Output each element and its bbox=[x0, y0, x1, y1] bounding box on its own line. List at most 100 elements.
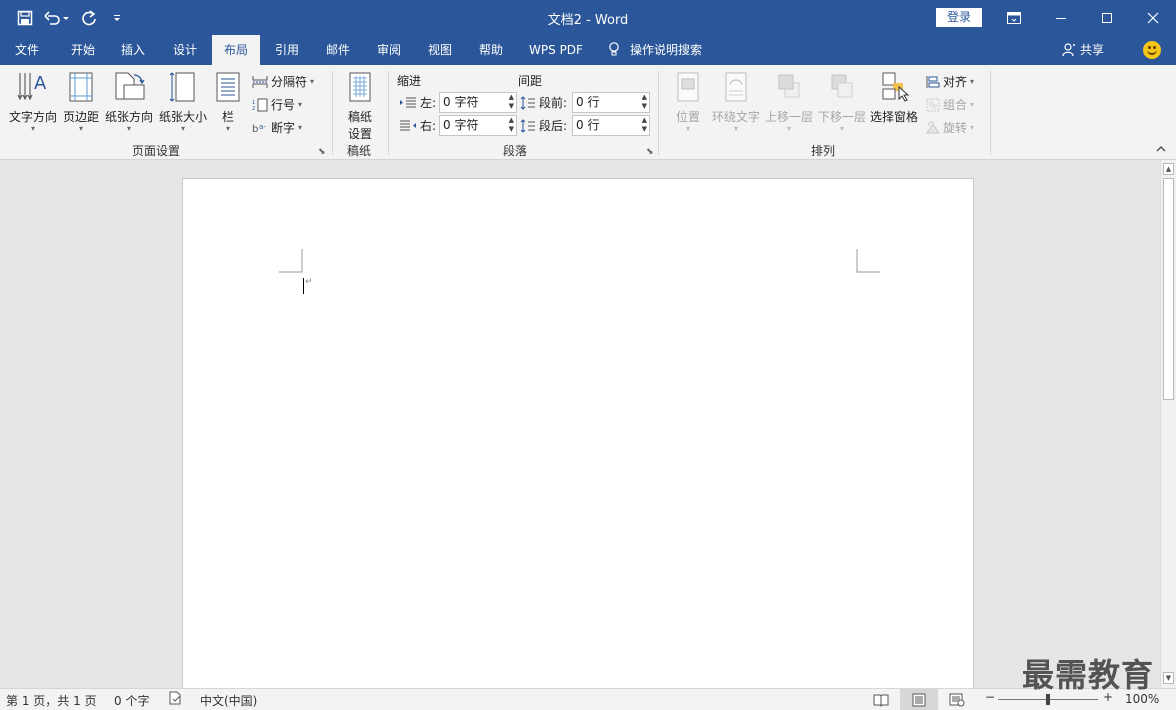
group-button[interactable]: 组合 ▾ bbox=[926, 96, 974, 113]
line-numbers-icon: 12 bbox=[252, 98, 268, 112]
spacing-after-input[interactable]: 0 行 ▲ ▼ bbox=[572, 115, 650, 136]
spacing-after-label-row: 段后: bbox=[520, 117, 567, 134]
page-setup-launcher-icon[interactable]: ⬊ bbox=[318, 147, 326, 157]
hyphenation-label: 断字 bbox=[271, 121, 296, 135]
tab-references[interactable]: 引用 bbox=[264, 35, 310, 65]
login-button[interactable]: 登录 bbox=[936, 8, 982, 27]
rotate-icon bbox=[926, 120, 940, 133]
text-direction-button[interactable]: A 文字方向 ▾ bbox=[6, 71, 60, 133]
feedback-smiley-icon[interactable] bbox=[1143, 41, 1161, 59]
share-button[interactable]: 共享 bbox=[1062, 35, 1104, 65]
paper-size-icon bbox=[169, 72, 195, 102]
size-button[interactable]: 纸张大小 ▾ bbox=[156, 71, 210, 133]
margins-button[interactable]: 页边距 ▾ bbox=[60, 71, 102, 133]
svg-text:a-: a- bbox=[259, 123, 266, 131]
tell-me-search[interactable]: 操作说明搜索 bbox=[608, 35, 718, 65]
bring-forward-button[interactable]: 上移一层 ▾ bbox=[763, 71, 815, 133]
columns-label: 栏 bbox=[221, 110, 234, 124]
spacing-after-label: 段后: bbox=[539, 119, 568, 133]
margins-label: 页边距 bbox=[62, 110, 99, 124]
position-button[interactable]: 位置 ▾ bbox=[668, 71, 708, 133]
spacing-after-icon bbox=[520, 118, 535, 133]
tab-help[interactable]: 帮助 bbox=[468, 35, 514, 65]
title-bar: 文档2 - Word 登录 bbox=[0, 0, 1176, 35]
hyphenation-button[interactable]: b a- 断字 ▾ bbox=[252, 119, 302, 136]
close-icon[interactable] bbox=[1130, 0, 1176, 35]
status-bar: 第 1 页，共 1 页 0 个字 中文(中国) − + 100% bbox=[0, 688, 1176, 710]
separator bbox=[388, 71, 389, 155]
vertical-scrollbar[interactable]: ▲ ▼ bbox=[1160, 160, 1176, 688]
separator bbox=[332, 71, 333, 155]
tab-home[interactable]: 开始 bbox=[58, 35, 108, 65]
line-numbers-button[interactable]: 12 行号 ▾ bbox=[252, 96, 302, 113]
tab-review[interactable]: 审阅 bbox=[366, 35, 412, 65]
breaks-label: 分隔符 bbox=[271, 75, 308, 89]
tab-wps-pdf[interactable]: WPS PDF bbox=[522, 35, 590, 65]
align-label: 对齐 bbox=[943, 75, 968, 89]
maximize-icon[interactable] bbox=[1084, 0, 1130, 35]
svg-text:b: b bbox=[252, 124, 258, 135]
manuscript-settings-button[interactable]: 稿纸 设置 bbox=[340, 71, 380, 142]
indent-right-icon bbox=[400, 120, 416, 130]
breaks-button[interactable]: 分隔符 ▾ bbox=[252, 73, 314, 90]
scroll-up-icon[interactable]: ▲ bbox=[1163, 163, 1174, 175]
page-count[interactable]: 第 1 页，共 1 页 bbox=[6, 692, 97, 709]
lightbulb-icon bbox=[609, 42, 619, 56]
paragraph-launcher-icon[interactable]: ⬊ bbox=[646, 147, 654, 157]
rotate-button[interactable]: 旋转 ▾ bbox=[926, 119, 974, 136]
columns-button[interactable]: 栏 ▾ bbox=[212, 71, 244, 133]
position-label: 位置 bbox=[675, 110, 700, 124]
orientation-button[interactable]: 纸张方向 ▾ bbox=[102, 71, 156, 133]
scroll-down-icon[interactable]: ▼ bbox=[1163, 672, 1174, 684]
proofing-icon[interactable] bbox=[168, 691, 184, 708]
spacing-after-value: 0 行 bbox=[576, 118, 600, 132]
document-area: ↵ bbox=[0, 160, 1160, 698]
tab-design[interactable]: 设计 bbox=[162, 35, 208, 65]
spinner-arrows-icon[interactable]: ▲ ▼ bbox=[509, 116, 514, 134]
manuscript-group-label: 稿纸 bbox=[347, 144, 372, 158]
wrap-text-label: 环绕文字 bbox=[711, 110, 760, 124]
group-label: 组合 bbox=[943, 98, 968, 112]
minimize-icon[interactable] bbox=[1038, 0, 1084, 35]
indent-left-input[interactable]: 0 字符 ▲ ▼ bbox=[439, 92, 517, 113]
indent-left-icon bbox=[400, 97, 416, 107]
indent-right-input[interactable]: 0 字符 ▲ ▼ bbox=[439, 115, 517, 136]
read-mode-icon[interactable] bbox=[862, 689, 900, 710]
tab-mailings[interactable]: 邮件 bbox=[315, 35, 361, 65]
indent-right-label: 右: bbox=[420, 119, 437, 133]
separator bbox=[658, 71, 659, 155]
align-button[interactable]: 对齐 ▾ bbox=[926, 73, 974, 90]
language[interactable]: 中文(中国) bbox=[200, 692, 257, 709]
text-cursor bbox=[303, 278, 304, 294]
text-direction-label: 文字方向 bbox=[8, 110, 57, 124]
ribbon-display-options-icon[interactable] bbox=[991, 0, 1037, 35]
zoom-out-button[interactable]: − bbox=[985, 690, 995, 704]
ribbon-tabs: 文件 开始 插入 设计 布局 引用 邮件 审阅 视图 帮助 WPS PDF 操作… bbox=[0, 35, 1176, 65]
tab-insert[interactable]: 插入 bbox=[110, 35, 156, 65]
orientation-icon bbox=[115, 72, 145, 100]
spacing-before-label-row: 段前: bbox=[520, 94, 567, 111]
web-layout-icon[interactable] bbox=[938, 689, 976, 710]
send-backward-button[interactable]: 下移一层 ▾ bbox=[816, 71, 868, 133]
spinner-arrows-icon[interactable]: ▲ ▼ bbox=[642, 116, 647, 134]
spinner-arrows-icon[interactable]: ▲ ▼ bbox=[509, 93, 514, 111]
manuscript-label-2: 设置 bbox=[347, 127, 372, 141]
wrap-text-button[interactable]: 环绕文字 ▾ bbox=[710, 71, 762, 133]
scrollbar-thumb[interactable] bbox=[1163, 178, 1174, 400]
tab-view[interactable]: 视图 bbox=[417, 35, 463, 65]
manuscript-icon bbox=[349, 72, 371, 102]
document-page[interactable]: ↵ bbox=[182, 178, 974, 698]
spacing-before-input[interactable]: 0 行 ▲ ▼ bbox=[572, 92, 650, 113]
bring-forward-label: 上移一层 bbox=[764, 110, 813, 124]
tab-file[interactable]: 文件 bbox=[4, 35, 50, 65]
spinner-arrows-icon[interactable]: ▲ ▼ bbox=[642, 93, 647, 111]
collapse-ribbon-icon[interactable] bbox=[1156, 145, 1166, 156]
tab-layout[interactable]: 布局 bbox=[212, 35, 260, 65]
print-layout-icon[interactable] bbox=[900, 689, 938, 710]
word-count[interactable]: 0 个字 bbox=[114, 692, 149, 709]
crop-mark-top-left bbox=[279, 249, 303, 273]
manuscript-label-1: 稿纸 bbox=[347, 110, 372, 124]
spacing-before-icon bbox=[520, 95, 535, 110]
selection-pane-button[interactable]: 选择窗格 bbox=[868, 71, 920, 125]
indent-right-label-row: 右: bbox=[399, 117, 436, 134]
